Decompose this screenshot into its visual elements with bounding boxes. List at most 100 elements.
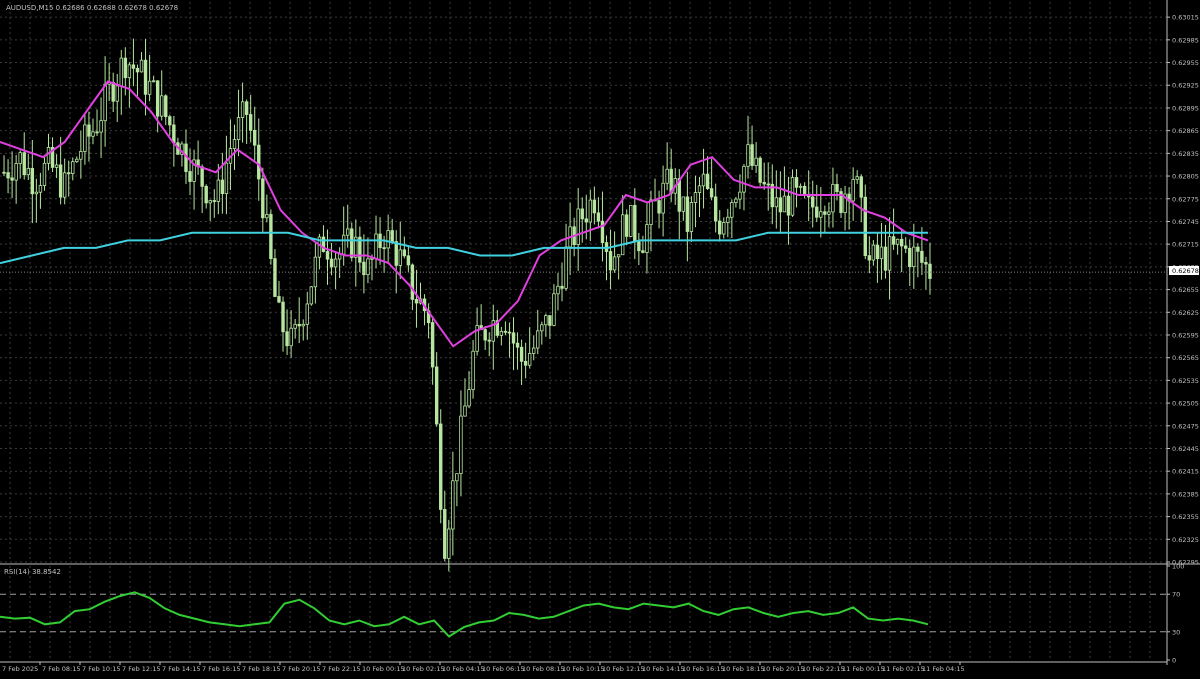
- candle-body: [811, 196, 815, 208]
- candle-body: [188, 171, 192, 182]
- candle-body: [164, 95, 168, 118]
- candle-body: [697, 185, 702, 193]
- candle-body: [119, 57, 123, 87]
- candle-body: [414, 299, 419, 304]
- candle-body: [467, 389, 471, 407]
- candle-body: [891, 236, 896, 245]
- candle-body: [71, 161, 75, 174]
- candle-body: [629, 204, 633, 237]
- time-tick-label: 7 Feb 16:15: [202, 665, 241, 673]
- candle-body: [54, 164, 59, 168]
- candle-body: [224, 162, 229, 195]
- candle-body: [471, 350, 475, 391]
- candle-body: [232, 139, 237, 149]
- candle-body: [38, 185, 43, 193]
- time-tick-label: 10 Feb 20:15: [762, 665, 805, 673]
- rsi-tick-label: 0: [1172, 657, 1176, 665]
- candle-body: [394, 241, 398, 266]
- price-tick-label: 0.62385: [1172, 490, 1199, 498]
- candle-body: [273, 258, 277, 297]
- candle-body: [685, 196, 690, 232]
- candle-body: [681, 196, 686, 212]
- candle-body: [406, 255, 411, 266]
- candle-body: [309, 286, 314, 305]
- candle-body: [151, 80, 156, 83]
- price-tick-label: 0.62325: [1172, 536, 1199, 544]
- candle-body: [127, 64, 132, 79]
- candle-body: [701, 173, 706, 187]
- candle-body: [774, 197, 779, 208]
- candle-body: [67, 172, 71, 175]
- candle-body: [657, 200, 661, 214]
- candle-body: [928, 263, 932, 279]
- candle-body: [823, 211, 827, 215]
- price-tick-label: 0.62475: [1172, 422, 1199, 430]
- candle-body: [34, 191, 39, 195]
- candle-body: [172, 124, 176, 144]
- candle-body: [867, 255, 872, 261]
- candle-body: [794, 177, 799, 188]
- candle-body: [519, 346, 524, 362]
- candle-body: [62, 172, 67, 198]
- candle-body: [908, 247, 912, 268]
- candle-body: [447, 528, 451, 559]
- candle-body: [887, 236, 892, 271]
- candle-body: [366, 258, 370, 276]
- candle-body: [297, 323, 301, 327]
- time-tick-label: 10 Feb 22:15: [802, 665, 845, 673]
- candle-body: [527, 353, 532, 366]
- candle-body: [2, 171, 6, 174]
- candle-body: [790, 177, 795, 216]
- candle-body: [556, 285, 560, 295]
- candle-body: [515, 342, 520, 348]
- candle-body: [451, 480, 455, 530]
- time-tick-label: 7 Feb 14:15: [162, 665, 201, 673]
- candle-body: [236, 117, 241, 141]
- candle-body: [540, 324, 544, 332]
- candle-body: [798, 185, 803, 188]
- candle-body: [83, 124, 87, 152]
- symbol-header: AUDUSD,M15 0.62686 0.62688 0.62678 0.626…: [6, 4, 178, 12]
- time-tick-label: 7 Feb 22:15: [322, 665, 361, 673]
- candle-body: [576, 208, 580, 246]
- time-tick-label: 10 Feb 16:15: [682, 665, 725, 673]
- candle-body: [135, 67, 140, 73]
- candle-body: [305, 303, 309, 325]
- candle-body: [734, 198, 738, 204]
- candle-body: [26, 168, 30, 176]
- candle-body: [111, 82, 115, 102]
- time-tick-label: 11 Feb 00:15: [842, 665, 885, 673]
- price-tick-label: 0.62925: [1172, 82, 1199, 90]
- candle-body: [91, 131, 95, 137]
- candle-body: [625, 214, 629, 237]
- candle-body: [620, 214, 625, 256]
- candle-body: [208, 200, 212, 204]
- candle-body: [536, 330, 540, 349]
- candle-body: [782, 195, 787, 213]
- trading-chart[interactable]: 100 70 30 0 0.63015 0.62985 0.62955 0.62925 0.6…: [0, 0, 1200, 675]
- price-tick-label: 0.62595: [1172, 331, 1199, 339]
- candle-body: [103, 83, 107, 122]
- candle-body: [10, 177, 14, 181]
- price-tick-label: 0.62355: [1172, 513, 1199, 521]
- price-tick-label: 0.62535: [1172, 377, 1199, 385]
- candle-body: [600, 220, 605, 243]
- candle-body: [265, 214, 269, 219]
- candle-body: [503, 330, 508, 333]
- candle-body: [463, 405, 467, 417]
- time-tick-label: 10 Feb 10:15: [562, 665, 605, 673]
- candle-body: [362, 261, 366, 276]
- candle-body: [143, 59, 148, 95]
- chart-canvas[interactable]: 10070300 0.630150.629850.629550.629250.6…: [0, 0, 1200, 675]
- candle-body: [726, 216, 730, 223]
- current-price-label: 0.62678: [1172, 267, 1199, 275]
- candle-body: [713, 196, 718, 222]
- candle-body: [58, 164, 63, 198]
- price-tick-label: 0.62985: [1172, 36, 1199, 44]
- price-tick-label: 0.62505: [1172, 400, 1199, 408]
- candle-body: [147, 80, 152, 95]
- time-tick-label: 7 Feb 10:15: [82, 665, 121, 673]
- price-tick-label: 0.62715: [1172, 241, 1199, 249]
- time-tick-label: 10 Feb 00:15: [362, 665, 405, 673]
- candle-body: [584, 218, 588, 223]
